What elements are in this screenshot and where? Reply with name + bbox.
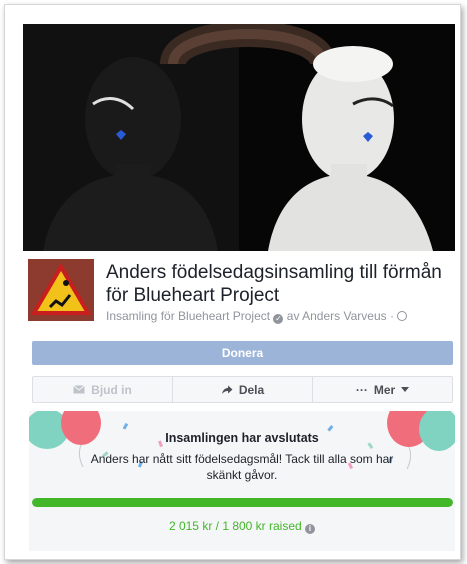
cover-photo[interactable] [23, 24, 455, 251]
share-button[interactable]: Dela [173, 377, 313, 402]
fundraiser-subline: Insamling för Blueheart Project ✓ av And… [106, 309, 446, 324]
closed-title: Insamlingen har avslutats [165, 431, 319, 445]
raised-amount: 2 015 kr / 1 800 kr raised i [29, 519, 455, 534]
cover-artwork [43, 24, 433, 251]
chevron-down-icon [401, 387, 410, 392]
invite-button[interactable]: Bjud in [33, 377, 173, 402]
globe-icon [397, 311, 408, 321]
donate-button[interactable]: Donera [32, 341, 453, 365]
progress-bar [32, 498, 453, 507]
more-label: Mer [373, 382, 396, 397]
envelope-icon [73, 385, 85, 394]
share-label: Dela [238, 382, 265, 397]
fundraiser-header: Anders födelsedagsinsamling till förmån … [28, 259, 448, 329]
more-dots-icon: ··· [355, 382, 368, 397]
fundraiser-closed-panel: Insamlingen har avslutats Anders har nåt… [29, 411, 455, 551]
raised-text: 2 015 kr / 1 800 kr raised [168, 519, 302, 533]
invite-label: Bjud in [91, 382, 132, 397]
action-bar: Bjud in Dela ··· Mer [32, 376, 453, 403]
progress-bar-fill [32, 498, 453, 507]
beneficiary-link[interactable]: Insamling för Blueheart Project [106, 309, 270, 323]
info-icon[interactable]: i [305, 524, 316, 534]
closed-message: Anders har nått sitt födelsedagsmål! Tac… [90, 452, 394, 482]
share-arrow-icon [221, 385, 233, 394]
fundraiser-title[interactable]: Anders födelsedagsinsamling till förmån … [106, 261, 446, 307]
more-button[interactable]: ··· Mer [313, 377, 452, 402]
fundraiser-thumbnail[interactable] [28, 259, 94, 321]
warning-sign-icon [28, 259, 94, 321]
organizer-link[interactable]: av Anders Varveus · [287, 309, 394, 323]
verified-check-icon: ✓ [273, 314, 284, 324]
